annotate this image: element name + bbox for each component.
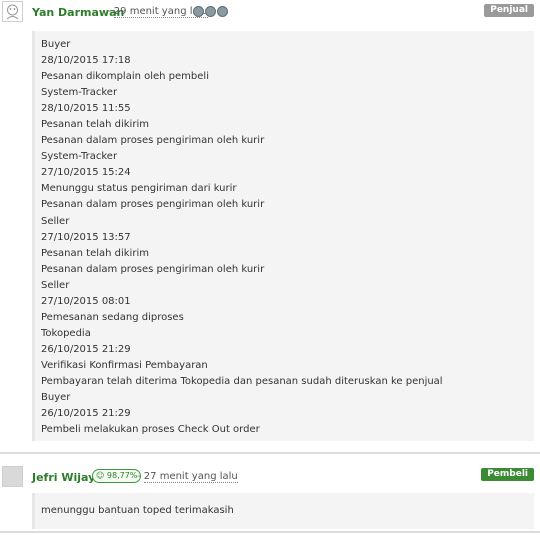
history-line: Tokopedia <box>41 327 91 339</box>
order-history: Buyer 28/10/2015 17:18 Pesanan dikomplai… <box>41 37 443 438</box>
smiley-icon: ☺ <box>96 471 105 480</box>
separator: - <box>107 6 111 17</box>
history-line: Seller <box>41 279 70 291</box>
medal-icon <box>205 6 216 17</box>
divider <box>0 452 540 454</box>
comment-buyer: Jefri Wijaya ☺ 98,77% - 27 menit yang la… <box>0 461 540 535</box>
history-line: Pesanan dalam proses pengiriman oleh kur… <box>41 263 265 275</box>
comment-body: menunggu bantuan toped terimakasih <box>32 493 534 529</box>
comment-seller: Yan Darmawan - 29 menit yang lalu Penjua… <box>0 0 540 450</box>
history-line: Pembeli melakukan proses Check Out order <box>41 424 260 436</box>
timestamp: 27 menit yang lalu <box>143 471 238 483</box>
history-line: 28/10/2015 17:18 <box>41 55 131 67</box>
role-badge: Pembeli <box>481 468 534 481</box>
history-line: System-Tracker <box>41 151 118 163</box>
reputation-score: ☺ 98,77% <box>92 469 142 483</box>
history-line: Pembayaran telah diterima Tokopedia dan … <box>41 375 443 387</box>
avatar[interactable] <box>2 1 23 22</box>
history-line: 27/10/2015 15:24 <box>41 167 131 179</box>
history-line: System-Tracker <box>41 87 118 99</box>
history-line: 26/10/2015 21:29 <box>41 408 131 420</box>
history-line: Pesanan dalam proses pengiriman oleh kur… <box>41 135 265 147</box>
history-line: 28/10/2015 11:55 <box>41 103 131 115</box>
avatar[interactable] <box>2 466 23 487</box>
history-line: Pesanan dikomplain oleh pembeli <box>41 71 209 83</box>
role-badge: Penjual <box>484 4 534 17</box>
history-line: Verifikasi Konfirmasi Pembayaran <box>41 359 208 371</box>
comment-line: menunggu bantuan toped terimakasih <box>41 505 234 516</box>
comment-meta: - 27 menit yang lalu <box>137 471 238 483</box>
separator: - <box>137 471 141 482</box>
history-line: 26/10/2015 21:29 <box>41 343 131 355</box>
history-line: Pesanan dalam proses pengiriman oleh kur… <box>41 199 265 211</box>
comment-text: menunggu bantuan toped terimakasih <box>41 503 234 519</box>
history-line: Pemesanan sedang diproses <box>41 311 184 323</box>
avatar-icon <box>6 4 19 20</box>
medal-icon <box>193 6 204 17</box>
medal-icon <box>217 6 228 17</box>
history-line: Buyer <box>41 392 71 404</box>
comment-body: Buyer 28/10/2015 17:18 Pesanan dikomplai… <box>32 31 534 441</box>
reputation-percent: 98,77% <box>106 471 138 480</box>
history-line: 27/10/2015 08:01 <box>41 295 131 307</box>
history-line: Menunggu status pengiriman dari kurir <box>41 183 237 195</box>
history-line: Seller <box>41 215 70 227</box>
history-line: Pesanan telah dikirim <box>41 119 149 131</box>
reputation-medals <box>193 6 229 20</box>
history-line: Pesanan telah dikirim <box>41 247 149 259</box>
history-line: 27/10/2015 13:57 <box>41 231 131 243</box>
history-line: Buyer <box>41 39 71 50</box>
divider <box>0 531 540 533</box>
